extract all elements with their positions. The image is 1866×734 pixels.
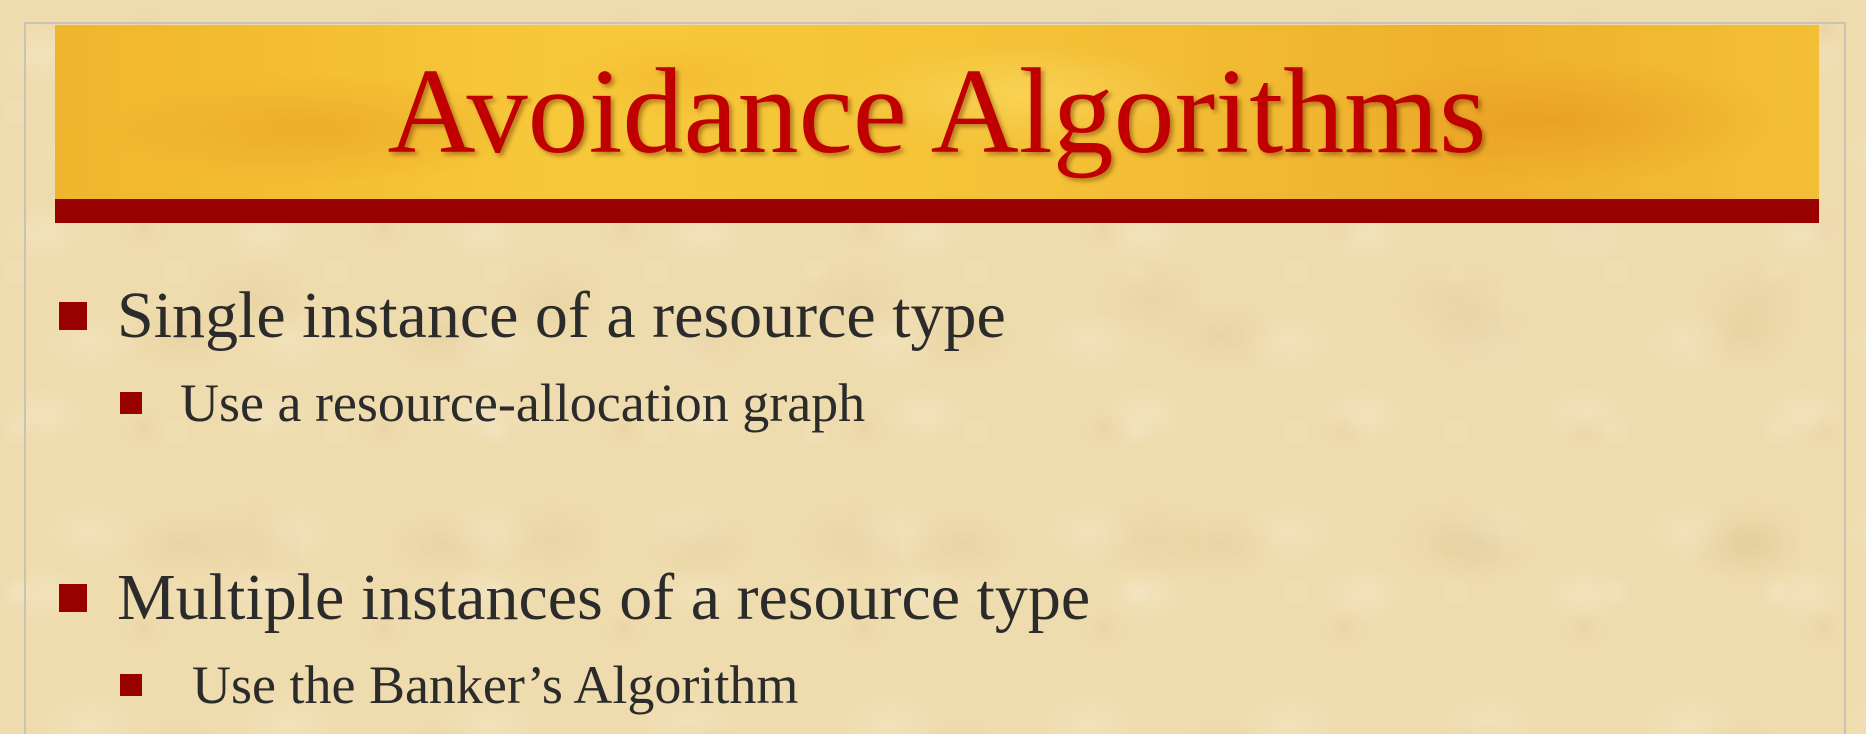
- square-bullet-icon: [59, 302, 87, 330]
- slide-title: Avoidance Algorithms: [387, 44, 1487, 179]
- bullet-text: Single instance of a resource type: [117, 279, 1006, 352]
- title-divider: [55, 199, 1819, 223]
- sub-bullet-item: Use a resource-allocation graph: [120, 373, 865, 433]
- title-banner: Avoidance Algorithms: [55, 25, 1819, 199]
- sub-bullet-text: Use the Banker’s Algorithm: [192, 655, 799, 715]
- sub-bullet-item: Use the Banker’s Algorithm: [120, 655, 798, 715]
- sub-bullet-text: Use a resource-allocation graph: [180, 373, 866, 433]
- square-bullet-icon: [120, 674, 142, 696]
- bullet-item: Single instance of a resource type: [59, 280, 1006, 352]
- bullet-text: Multiple instances of a resource type: [117, 561, 1091, 634]
- square-bullet-icon: [59, 584, 87, 612]
- bullet-item: Multiple instances of a resource type: [59, 562, 1090, 634]
- square-bullet-icon: [120, 392, 142, 414]
